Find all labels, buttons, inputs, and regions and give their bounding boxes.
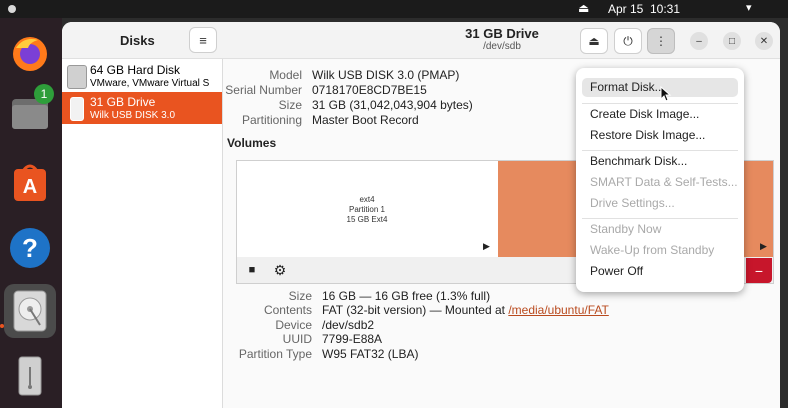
device-value: /dev/sdb2 <box>322 318 375 332</box>
device-label: Device <box>275 318 312 332</box>
menu-item-restore-image[interactable]: Restore Disk Image... <box>582 126 738 145</box>
power-off-button[interactable]: ⏻ <box>614 28 642 54</box>
mouse-cursor-icon <box>660 86 672 102</box>
sidebar-title: Disks <box>120 33 155 48</box>
eject-icon: ⏏ <box>588 34 600 48</box>
volumes-heading: Volumes <box>227 136 277 150</box>
eject-icon[interactable]: ⏏ <box>578 1 589 15</box>
mount-point-link[interactable]: /media/ubuntu/FAT <box>508 303 609 317</box>
help-icon[interactable]: ? <box>6 224 54 272</box>
svg-text:A: A <box>23 176 37 198</box>
disk-name: 64 GB Hard Disk <box>90 63 181 77</box>
contents-value: FAT (32-bit version) — Mounted at /media… <box>322 303 609 317</box>
menu-item-benchmark[interactable]: Benchmark Disk... <box>582 152 738 171</box>
menu-item-power-off[interactable]: Power Off <box>582 262 738 281</box>
partition-1-block[interactable]: ext4 Partition 1 15 GB Ext4 ▶ <box>237 161 497 257</box>
more-options-icon: ⋮ <box>655 34 667 48</box>
usb-drive-icon[interactable] <box>6 352 54 400</box>
active-app-marker <box>0 324 4 328</box>
partition-type-value: W95 FAT32 (LBA) <box>322 347 419 361</box>
model-label: Model <box>269 68 302 82</box>
delete-partition-button[interactable]: − <box>746 258 772 283</box>
files-icon[interactable]: 1 <box>6 84 54 136</box>
system-menu-icon[interactable]: ▾ <box>746 1 754 14</box>
maximize-icon: □ <box>728 35 736 47</box>
size-label: Size <box>278 98 302 112</box>
contents-label: Contents <box>263 303 312 317</box>
menu-item-wakeup: Wake-Up from Standby <box>590 243 715 257</box>
sidebar-item-hard-disk[interactable]: 64 GB Hard Disk VMware, VMware Virtual S <box>62 60 222 92</box>
menu-separator <box>582 103 738 104</box>
files-badge: 1 <box>34 84 54 104</box>
disk-subtitle: VMware, VMware Virtual S <box>90 78 210 89</box>
drive-options-button[interactable]: ⋮ <box>647 28 675 54</box>
partition-name: Partition 1 <box>348 205 386 214</box>
date-label[interactable]: Apr 15 <box>608 2 643 16</box>
menu-item-standby: Standby Now <box>590 222 662 236</box>
hamburger-icon: ≡ <box>199 32 207 48</box>
header-bar: 31 GB Drive /dev/sdb ⏏ ⏻ ⋮ – □ ✕ <box>222 22 780 59</box>
uuid-label: UUID <box>282 332 312 346</box>
menu-separator <box>582 218 738 219</box>
usb-drive-small-icon <box>70 97 84 121</box>
drive-title: 31 GB Drive <box>465 26 539 41</box>
power-icon: ⏻ <box>623 33 633 48</box>
stop-icon: ■ <box>248 264 256 276</box>
uuid-value: 7799-E88A <box>322 332 383 346</box>
gear-icon: ⚙ <box>273 261 287 278</box>
size-value: 31 GB (31,042,043,904 bytes) <box>312 98 473 112</box>
partition-size-value: 16 GB — 16 GB free (1.3% full) <box>322 289 491 303</box>
contents-text: FAT (32-bit version) — Mounted at <box>322 303 509 317</box>
help-glyph: ? <box>22 233 38 263</box>
sidebar-item-usb-drive[interactable]: 31 GB Drive Wilk USB DISK 3.0 <box>62 92 222 124</box>
app-center-icon[interactable]: A <box>6 158 54 206</box>
mount-indicator-icon: ▶ <box>760 241 767 251</box>
minimize-icon: – <box>696 35 702 47</box>
partitioning-label: Partitioning <box>241 113 302 127</box>
eject-button[interactable]: ⏏ <box>580 28 608 54</box>
partition-fs: ext4 <box>359 195 375 204</box>
dock: 1 A ? <box>0 18 62 408</box>
partition-type-label: Partition Type <box>238 347 312 361</box>
partitioning-value: Master Boot Record <box>312 113 419 127</box>
menu-item-create-image[interactable]: Create Disk Image... <box>582 105 738 124</box>
partition-size-label: Size <box>288 289 312 303</box>
firefox-icon[interactable] <box>6 30 54 78</box>
drive-device-path: /dev/sdb <box>483 41 521 52</box>
serial-value: 0718170E8CD7BE15 <box>312 83 427 97</box>
close-icon: ✕ <box>759 35 769 47</box>
maximize-button[interactable]: □ <box>723 32 741 50</box>
time-label[interactable]: 10:31 <box>650 2 680 16</box>
partition-desc: 15 GB Ext4 <box>346 215 388 224</box>
disk-subtitle: Wilk USB DISK 3.0 <box>90 110 176 121</box>
disk-name: 31 GB Drive <box>90 95 156 109</box>
close-button[interactable]: ✕ <box>755 32 773 50</box>
activities-indicator[interactable] <box>8 5 16 13</box>
sidebar-header: Disks ≡ <box>62 22 222 59</box>
main-menu-button[interactable]: ≡ <box>189 27 217 53</box>
hard-disk-icon <box>67 65 87 89</box>
top-bar: ⏏ Apr 15 10:31 ▾ <box>0 0 788 18</box>
menu-item-smart-data: SMART Data & Self-Tests... <box>590 175 738 189</box>
disks-app-icon[interactable] <box>4 284 56 338</box>
menu-separator <box>582 150 738 151</box>
minus-icon: − <box>754 262 764 279</box>
minimize-button[interactable]: – <box>690 32 708 50</box>
serial-label: Serial Number <box>225 83 302 97</box>
sidebar: Disks ≡ 64 GB Hard Disk VMware, VMware V… <box>62 22 223 408</box>
menu-item-drive-settings: Drive Settings... <box>590 196 675 210</box>
unmount-button[interactable]: ■ <box>239 259 265 281</box>
partition-options-button[interactable]: ⚙ <box>267 259 293 281</box>
mount-indicator-icon: ▶ <box>483 241 490 251</box>
model-value: Wilk USB DISK 3.0 (PMAP) <box>312 68 460 82</box>
